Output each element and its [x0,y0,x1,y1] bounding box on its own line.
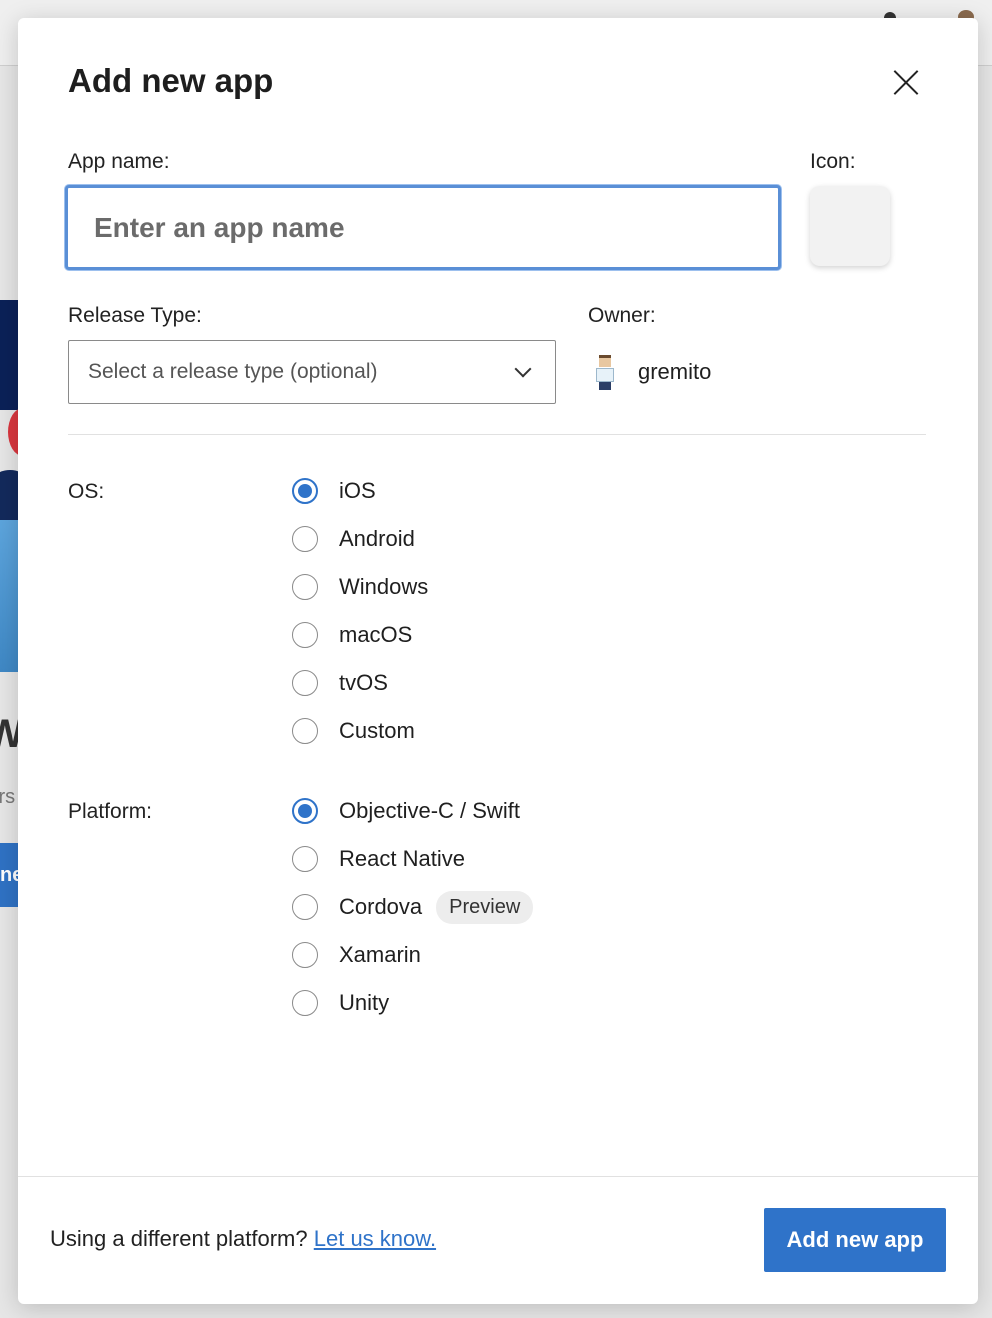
release-type-placeholder: Select a release type (optional) [88,360,378,383]
radio-icon[interactable] [292,574,318,600]
os-option-custom[interactable]: Custom [292,716,415,746]
os-option-label: Windows [339,574,429,599]
background-button: ne [0,843,18,907]
os-option-label: macOS [339,622,413,647]
radio-icon[interactable] [292,526,318,552]
radio-icon[interactable] [292,718,318,744]
radio-icon[interactable] [292,942,318,968]
close-icon[interactable] [888,64,924,100]
footer-prompt: Using a different platform? Let us know. [50,1226,436,1252]
os-option-label: tvOS [339,670,388,695]
platform-option-unity[interactable]: Unity [292,988,389,1018]
radio-icon[interactable] [292,894,318,920]
radio-checked-icon[interactable] [292,798,318,824]
app-icon-upload[interactable] [810,186,890,266]
owner-info: gremito [590,352,711,392]
icon-label: Icon: [810,150,856,173]
platform-option-label: React Native [339,846,465,871]
background-button-label: ne [0,864,18,886]
os-option-windows[interactable]: Windows [292,572,428,602]
radio-checked-icon[interactable] [292,478,318,504]
section-divider [68,434,926,435]
owner-name: gremito [638,359,712,384]
radio-icon[interactable] [292,670,318,696]
background-illustration-block [0,520,18,672]
preview-badge: Preview [436,890,534,924]
add-app-dialog: Add new app App name: Icon: Release Type… [18,18,978,1304]
platform-option-objc-swift[interactable]: Objective-C / Swift [292,796,520,826]
platform-option-cordova[interactable]: Cordova Preview [292,890,534,924]
background-illustration [0,300,18,410]
dialog-title: Add new app [68,62,274,99]
let-us-know-link[interactable]: Let us know. [314,1226,436,1251]
os-option-android[interactable]: Android [292,524,415,554]
platform-option-label: Xamarin [339,942,421,967]
app-name-label: App name: [68,150,170,173]
release-type-label: Release Type: [68,304,202,327]
avatar [590,353,620,391]
footer-divider [18,1176,978,1177]
os-option-label: iOS [339,478,376,503]
os-option-label: Custom [339,718,415,743]
platform-label: Platform: [68,800,153,823]
radio-icon[interactable] [292,990,318,1016]
platform-option-label: Unity [339,990,390,1015]
platform-option-xamarin[interactable]: Xamarin [292,940,421,970]
owner-label: Owner: [588,304,656,327]
app-name-input[interactable] [65,185,781,270]
footer-prompt-text: Using a different platform? [50,1226,308,1251]
release-type-select[interactable]: Select a release type (optional) [68,340,556,404]
radio-icon[interactable] [292,622,318,648]
platform-option-react-native[interactable]: React Native [292,844,465,874]
os-option-tvos[interactable]: tvOS [292,668,388,698]
background-subtext: irs [0,786,16,808]
os-option-macos[interactable]: macOS [292,620,412,650]
os-label: OS: [68,480,105,503]
radio-icon[interactable] [292,846,318,872]
chevron-down-icon [514,360,532,378]
platform-option-label: Cordova [339,894,423,919]
add-new-app-button[interactable]: Add new app [764,1208,946,1272]
os-option-ios[interactable]: iOS [292,476,376,506]
os-option-label: Android [339,526,415,551]
platform-option-label: Objective-C / Swift [339,798,520,823]
